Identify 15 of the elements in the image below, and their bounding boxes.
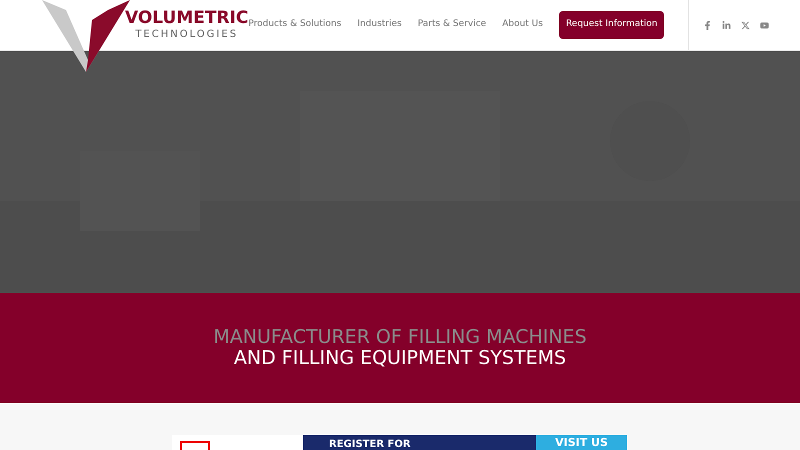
youtube-icon[interactable] bbox=[760, 20, 770, 30]
nav-link[interactable]: Parts & Service bbox=[418, 18, 486, 32]
facebook-icon[interactable] bbox=[703, 20, 712, 30]
nav-link[interactable]: Industries bbox=[357, 18, 402, 32]
banner-headline: REGISTER FOR bbox=[329, 440, 411, 450]
request-information-button[interactable]: Request Information bbox=[558, 11, 664, 39]
logo-tagline: TECHNOLOGIES bbox=[135, 30, 238, 40]
tagline-subheading: AND FILLING EQUIPMENT SYSTEMS bbox=[234, 348, 566, 369]
tagline-heading: MANUFACTURER OF FILLING MACHINES bbox=[213, 327, 587, 348]
x-icon[interactable] bbox=[741, 20, 750, 30]
linkedin-icon[interactable] bbox=[722, 20, 732, 30]
logo-wordmark: VOLUMETRIC bbox=[125, 10, 248, 27]
visit-us-button[interactable]: VISIT US bbox=[536, 435, 627, 450]
nav-link[interactable]: About Us bbox=[502, 18, 543, 32]
nav-link[interactable]: Products & Solutions bbox=[248, 18, 342, 32]
